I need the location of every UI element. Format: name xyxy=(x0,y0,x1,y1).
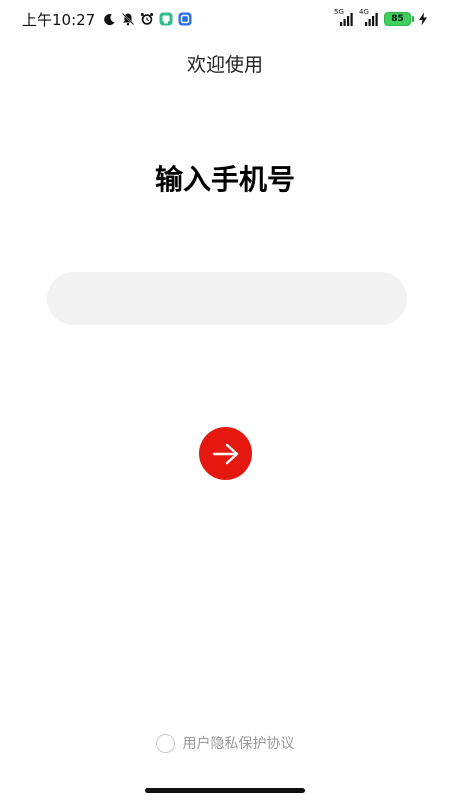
status-right: 5G 4G 85 xyxy=(334,8,430,27)
status-time: 上午10:27 xyxy=(22,10,96,29)
moon-icon xyxy=(102,12,116,26)
privacy-policy-link[interactable]: 用户隐私保护协议 xyxy=(183,733,295,753)
agreement-checkbox[interactable] xyxy=(155,733,175,753)
alarm-icon xyxy=(140,12,154,26)
battery-indicator: 85 xyxy=(384,12,414,26)
home-indicator[interactable] xyxy=(145,788,305,793)
page-title: 欢迎使用 xyxy=(186,54,263,76)
status-bar: 上午10:27 5G 4G 85 xyxy=(0,0,450,38)
status-left: 上午10:27 xyxy=(22,9,192,30)
privacy-agreement: 用户隐私保护协议 xyxy=(0,733,450,753)
mute-bell-icon xyxy=(121,12,135,26)
phone-heading: 输入手机号 xyxy=(154,163,295,196)
app-notification-icon xyxy=(178,12,192,26)
login-screen: 上午10:27 5G 4G 85 欢迎使用 输入手机号 用户隐私保护协议 xyxy=(0,0,450,800)
network-type-label: 4G xyxy=(359,8,369,16)
phone-number-input[interactable] xyxy=(47,272,407,325)
network-type-label: 5G xyxy=(334,8,344,16)
next-button[interactable] xyxy=(199,427,252,480)
app-notification-icon xyxy=(159,12,173,26)
charging-icon xyxy=(416,12,430,26)
signal-4g: 4G xyxy=(359,8,379,27)
arrow-right-icon xyxy=(212,443,238,464)
signal-5g: 5G xyxy=(334,8,354,27)
